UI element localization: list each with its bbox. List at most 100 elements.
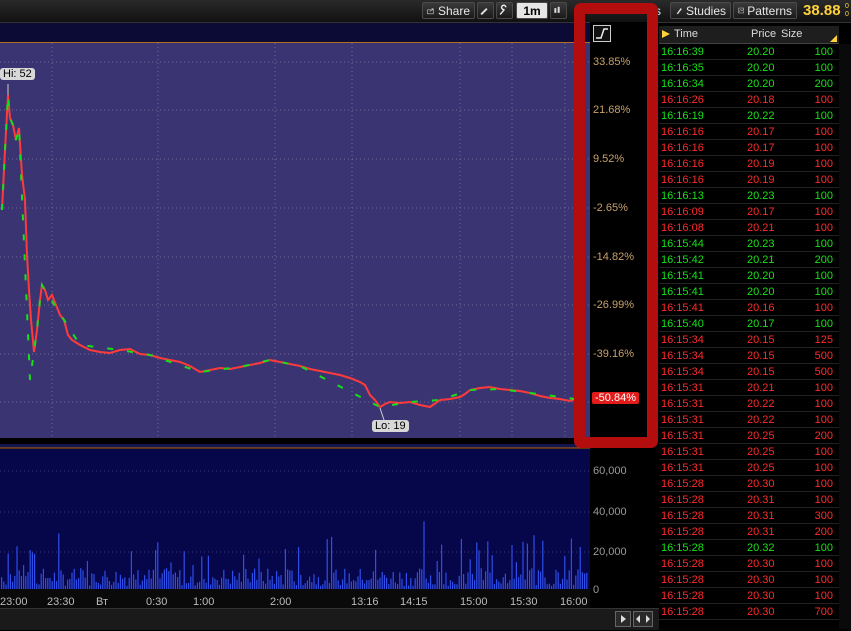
volume-bar — [493, 583, 495, 589]
volume-bar — [489, 572, 491, 589]
table-row[interactable]: 16:15:28 20.32 100 — [659, 540, 839, 556]
row-size: 100 — [814, 46, 833, 58]
volume-bar — [293, 581, 295, 589]
table-row[interactable]: 16:16:16 20.19 100 — [659, 156, 839, 172]
table-row[interactable]: 16:15:31 20.25 100 — [659, 460, 839, 476]
volume-bar — [463, 574, 465, 589]
table-row[interactable]: 16:15:31 20.25 200 — [659, 428, 839, 444]
row-price: 20.15 — [747, 334, 775, 346]
table-row[interactable]: 16:15:34 20.15 125 — [659, 332, 839, 348]
volume-bar — [172, 574, 174, 589]
row-price: 20.31 — [747, 494, 775, 506]
table-row[interactable]: 16:16:19 20.22 100 — [659, 108, 839, 124]
price-chart[interactable] — [0, 0, 590, 608]
row-time: 16:16:13 — [661, 190, 704, 202]
volume-bar — [9, 574, 11, 589]
scroll-right-button[interactable] — [615, 611, 631, 627]
table-row[interactable]: 16:15:40 20.17 100 — [659, 316, 839, 332]
row-size: 100 — [814, 318, 833, 330]
studies-button[interactable]: Studies — [670, 2, 731, 19]
table-row[interactable]: 16:16:35 20.20 100 — [659, 60, 839, 76]
volume-bar — [298, 547, 300, 589]
volume-bar — [185, 583, 187, 589]
volume-bar — [335, 569, 337, 589]
row-time: 16:15:28 — [661, 606, 704, 618]
row-size: 100 — [814, 142, 833, 154]
row-size: 100 — [814, 462, 833, 474]
size-column-header[interactable]: Size — [781, 28, 802, 40]
volume-bar — [280, 575, 282, 589]
table-row[interactable]: 16:15:31 20.22 100 — [659, 396, 839, 412]
table-row[interactable]: 16:16:13 20.23 100 — [659, 188, 839, 204]
time-sales-list[interactable]: 16:16:39 20.20 100 16:16:35 20.20 100 16:16:34… — [659, 44, 839, 620]
table-row[interactable]: 16:15:34 20.15 500 — [659, 348, 839, 364]
volume-bar — [159, 578, 161, 589]
volume-bar — [513, 578, 515, 589]
table-row[interactable]: 16:16:16 20.17 100 — [659, 140, 839, 156]
table-row[interactable]: 16:15:34 20.15 500 — [659, 364, 839, 380]
row-time: 16:16:35 — [661, 62, 704, 74]
volume-bar — [166, 568, 168, 589]
time-tick-10: 15:30 — [510, 596, 538, 608]
volume-bar — [471, 573, 473, 589]
time-column-header[interactable]: Time — [674, 28, 698, 40]
table-row[interactable]: 16:15:28 20.30 100 — [659, 572, 839, 588]
table-row[interactable]: 16:15:28 20.31 100 — [659, 492, 839, 508]
table-row[interactable]: 16:15:44 20.23 100 — [659, 236, 839, 252]
volume-bar — [300, 574, 302, 589]
collapse-icon[interactable] — [662, 30, 670, 38]
volume-bar — [423, 521, 425, 589]
row-time: 16:15:28 — [661, 590, 704, 602]
row-time: 16:15:31 — [661, 382, 704, 394]
table-row[interactable]: 16:15:28 20.30 700 — [659, 604, 839, 620]
table-row[interactable]: 16:15:28 20.30 100 — [659, 476, 839, 492]
table-row[interactable]: 16:15:31 20.21 100 — [659, 380, 839, 396]
table-row[interactable]: 16:16:09 20.17 100 — [659, 204, 839, 220]
table-row[interactable]: 16:16:16 20.17 100 — [659, 124, 839, 140]
volume-bar — [333, 572, 335, 589]
volume-bar — [570, 538, 572, 589]
volume-bar — [210, 584, 212, 589]
table-row[interactable]: 16:15:31 20.22 100 — [659, 412, 839, 428]
zoom-button[interactable] — [633, 611, 653, 627]
table-row[interactable]: 16:15:28 20.31 300 — [659, 508, 839, 524]
row-time: 16:15:28 — [661, 574, 704, 586]
volume-bar — [216, 580, 218, 589]
table-row[interactable]: 16:16:16 20.19 100 — [659, 172, 839, 188]
row-price: 20.17 — [747, 126, 775, 138]
table-row[interactable]: 16:15:41 20.16 100 — [659, 300, 839, 316]
volume-bar — [476, 542, 478, 589]
volume-bar — [170, 562, 172, 589]
table-row[interactable]: 16:15:28 20.30 100 — [659, 588, 839, 604]
row-size: 100 — [814, 126, 833, 138]
row-size: 500 — [814, 366, 833, 378]
time-sales-scrollbar[interactable] — [839, 44, 851, 629]
volume-bar — [183, 551, 185, 589]
volume-bar — [309, 576, 311, 589]
table-row[interactable]: 16:15:28 20.31 200 — [659, 524, 839, 540]
volume-bar — [161, 573, 163, 589]
volume-bar — [168, 571, 170, 589]
volume-bar — [584, 573, 586, 589]
table-row[interactable]: 16:15:41 20.20 100 — [659, 284, 839, 300]
table-row[interactable]: 16:16:26 20.18 100 — [659, 92, 839, 108]
table-row[interactable]: 16:15:28 20.30 100 — [659, 556, 839, 572]
table-row[interactable]: 16:15:31 20.25 100 — [659, 444, 839, 460]
table-row[interactable]: 16:16:39 20.20 100 — [659, 44, 839, 60]
row-time: 16:15:31 — [661, 398, 704, 410]
row-size: 100 — [814, 270, 833, 282]
volume-tick-3: 20,000 — [593, 546, 627, 558]
row-price: 20.15 — [747, 366, 775, 378]
sort-corner-icon[interactable] — [830, 35, 837, 42]
table-row[interactable]: 16:15:41 20.20 100 — [659, 268, 839, 284]
table-row[interactable]: 16:16:08 20.21 100 — [659, 220, 839, 236]
patterns-button[interactable]: Patterns — [733, 2, 797, 19]
time-tick-2: 23:30 — [47, 596, 75, 608]
volume-bar — [177, 577, 179, 589]
volume-bar — [146, 579, 148, 589]
volume-tick-2: 40,000 — [593, 506, 627, 518]
volume-bar — [419, 568, 421, 589]
price-column-header[interactable]: Price — [751, 28, 776, 40]
table-row[interactable]: 16:16:34 20.20 200 — [659, 76, 839, 92]
table-row[interactable]: 16:15:42 20.21 200 — [659, 252, 839, 268]
